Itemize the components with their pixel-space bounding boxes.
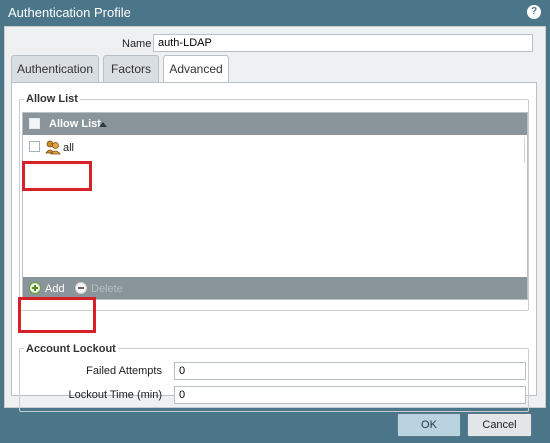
dialog-body: Name Authentication Factors Advanced All… — [4, 26, 546, 412]
row-label: all — [63, 142, 75, 154]
help-icon[interactable]: ? — [527, 5, 541, 19]
lockout-time-label: Lockout Time (min) — [68, 389, 162, 401]
grid-scrollbar[interactable] — [524, 137, 525, 163]
grid-header: Allow List — [23, 113, 527, 135]
allow-list-legend: Allow List — [24, 93, 80, 105]
tab-authentication[interactable]: Authentication — [11, 55, 99, 82]
column-header-allow-list[interactable]: Allow List — [49, 118, 101, 130]
user-group-icon — [45, 140, 61, 155]
account-lockout-legend: Account Lockout — [24, 343, 118, 355]
dialog-titlebar: Authentication Profile ? — [0, 0, 550, 25]
add-label: Add — [45, 283, 65, 295]
tab-factors[interactable]: Factors — [103, 55, 159, 82]
delete-label: Delete — [91, 283, 123, 295]
name-label: Name — [122, 38, 152, 50]
sort-ascending-icon[interactable] — [99, 122, 107, 127]
table-row[interactable]: all — [23, 136, 527, 158]
row-checkbox[interactable] — [29, 141, 40, 152]
lockout-time-input[interactable] — [174, 386, 526, 404]
tab-advanced[interactable]: Advanced — [163, 55, 229, 83]
name-input[interactable] — [153, 34, 533, 52]
allow-list-grid: Allow List all Add Delete — [22, 112, 528, 300]
ok-button[interactable]: OK — [397, 413, 461, 437]
failed-attempts-input[interactable] — [174, 362, 526, 380]
tab-content-advanced: Allow List Allow List all Add Delete Acc… — [11, 82, 537, 412]
plus-circle-icon — [29, 282, 41, 294]
failed-attempts-label: Failed Attempts — [86, 365, 162, 377]
minus-circle-icon — [75, 282, 87, 294]
cancel-button[interactable]: Cancel — [467, 413, 532, 437]
dialog-title: Authentication Profile — [8, 5, 131, 20]
name-row: Name — [5, 34, 545, 54]
grid-footer: Add Delete — [23, 277, 527, 299]
select-all-checkbox[interactable] — [29, 118, 40, 129]
